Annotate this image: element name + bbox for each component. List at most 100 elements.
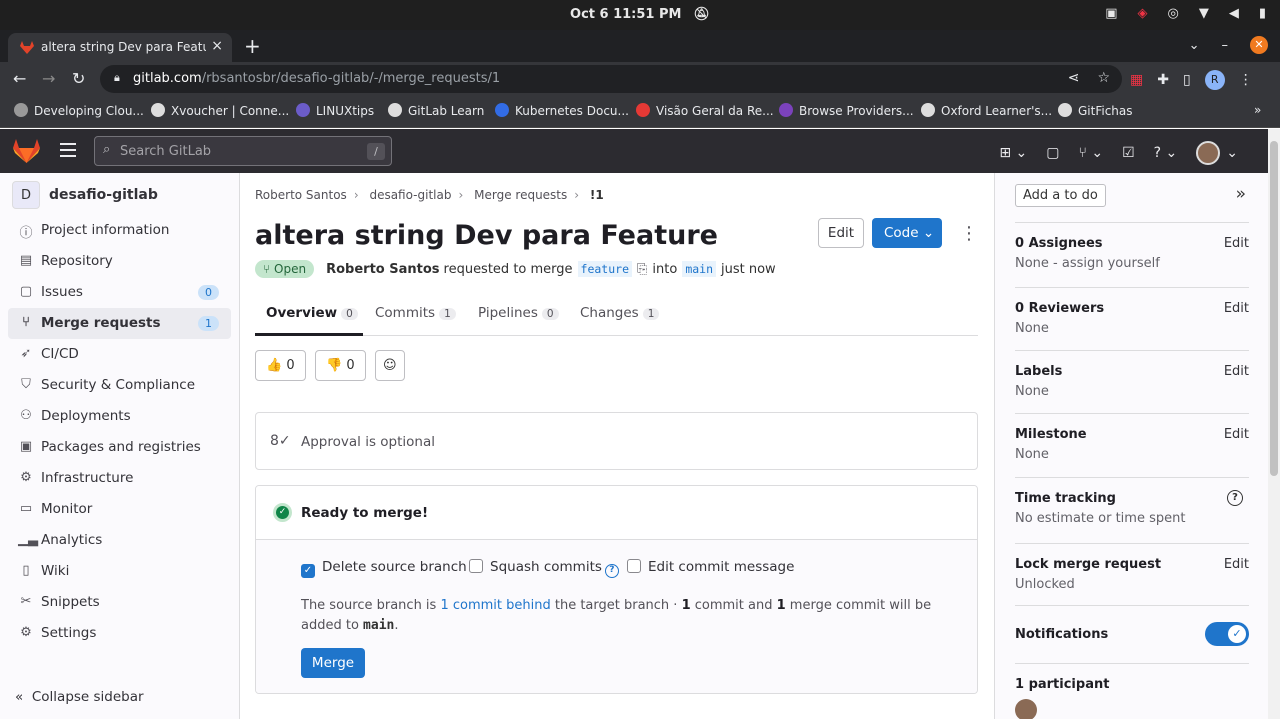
sidebar-item-merge-requests[interactable]: ⑂ Merge requests 1 bbox=[8, 308, 231, 339]
scrollbar-thumb[interactable] bbox=[1270, 141, 1278, 476]
breadcrumb-item[interactable]: desafio-gitlab bbox=[369, 188, 451, 202]
sidebar-item-project-information[interactable]: ⓘ Project information bbox=[8, 215, 231, 246]
sidebar-item-deployments[interactable]: ⚇ Deployments bbox=[8, 401, 231, 432]
collapse-sidebar-button[interactable]: « Collapse sidebar bbox=[15, 689, 144, 705]
page-scrollbar[interactable] bbox=[1268, 129, 1280, 719]
edit-reviewers-button[interactable]: Edit bbox=[1224, 301, 1249, 316]
sidebar-item-infrastructure[interactable]: ⚙ Infrastructure bbox=[8, 463, 231, 494]
extension-badge-icon[interactable]: ▦ bbox=[1130, 72, 1143, 88]
clipboard-icon[interactable]: ▣ bbox=[1105, 6, 1117, 21]
extensions-puzzle-icon[interactable]: ✚ bbox=[1157, 72, 1169, 88]
add-reaction-button[interactable]: ☺ bbox=[375, 350, 405, 381]
help-icon[interactable]: ? ⌄ bbox=[1154, 145, 1178, 161]
bookmark-star-icon[interactable]: ☆ bbox=[1097, 70, 1110, 86]
source-branch[interactable]: feature bbox=[577, 261, 632, 277]
bookmark-item[interactable]: Kubernetes Docu... bbox=[495, 103, 629, 118]
minimize-icon[interactable]: – bbox=[1222, 38, 1229, 53]
tab-overview[interactable]: Overview 0 bbox=[266, 305, 358, 321]
checkbox-checked-icon[interactable]: ✓ bbox=[301, 564, 315, 578]
share-icon[interactable]: ⋖ bbox=[1068, 70, 1080, 86]
bookmark-label: LINUXtips bbox=[316, 104, 375, 118]
sidebar-item-wiki[interactable]: ▯ Wiki bbox=[8, 556, 231, 587]
bookmark-item[interactable]: Browse Providers... bbox=[779, 103, 914, 118]
author-link[interactable]: Roberto Santos bbox=[326, 262, 439, 277]
window-close-icon[interactable]: ✕ bbox=[1250, 36, 1268, 54]
delete-source-checkbox[interactable]: ✓ Delete source branch bbox=[301, 559, 467, 578]
edit-button[interactable]: Edit bbox=[818, 218, 864, 248]
sidebar-item-analytics[interactable]: ▁▃ Analytics bbox=[8, 525, 231, 556]
participant-avatar[interactable] bbox=[1015, 699, 1037, 719]
search-input[interactable]: ⌕ Search GitLab / bbox=[94, 136, 392, 166]
bookmark-item[interactable]: Oxford Learner's... bbox=[921, 103, 1052, 118]
back-icon[interactable]: ← bbox=[13, 69, 26, 88]
edit-assignees-button[interactable]: Edit bbox=[1224, 236, 1249, 251]
edit-labels-button[interactable]: Edit bbox=[1224, 364, 1249, 379]
side-panel-icon[interactable]: ▯ bbox=[1183, 72, 1191, 88]
tab-search-chevron-icon[interactable]: ⌄ bbox=[1189, 38, 1200, 53]
sidebar-item-monitor[interactable]: ▭ Monitor bbox=[8, 494, 231, 525]
browser-menu-icon[interactable]: ⋮ bbox=[1239, 72, 1253, 88]
sidebar-item-repository[interactable]: ▤ Repository bbox=[8, 246, 231, 277]
sidebar-item-cicd[interactable]: ➶ CI/CD bbox=[8, 339, 231, 370]
todos-icon[interactable]: ☑ bbox=[1122, 145, 1135, 161]
screen-record-icon[interactable]: ◈ bbox=[1138, 6, 1148, 21]
merge-button[interactable]: Merge bbox=[301, 648, 365, 678]
tab-changes[interactable]: Changes 1 bbox=[580, 305, 660, 321]
bookmark-item[interactable]: GitFichas bbox=[1058, 103, 1133, 118]
bookmark-item[interactable]: Developing Clou... bbox=[14, 103, 144, 118]
address-bar[interactable]: 🔒︎ gitlab.com/rbsantosbr/desafio-gitlab/… bbox=[100, 65, 1122, 93]
tab-commits[interactable]: Commits 1 bbox=[375, 305, 456, 321]
user-menu[interactable]: ⌄ bbox=[1196, 141, 1238, 165]
bookmark-item[interactable]: GitLab Learn bbox=[388, 103, 484, 118]
add-todo-button[interactable]: Add a to do bbox=[1015, 184, 1106, 207]
bookmarks-overflow-icon[interactable]: » bbox=[1254, 103, 1261, 117]
battery-icon[interactable]: ▮ bbox=[1259, 6, 1266, 21]
tab-close-icon[interactable]: × bbox=[211, 38, 223, 54]
issues-icon[interactable]: ▢ bbox=[1046, 145, 1059, 161]
question-circle-icon[interactable]: ? bbox=[1227, 490, 1243, 506]
edit-lock-button[interactable]: Edit bbox=[1224, 557, 1249, 572]
merge-requests-icon[interactable]: ⑂ ⌄ bbox=[1078, 145, 1103, 161]
wifi-icon[interactable]: ▼ bbox=[1199, 6, 1209, 21]
notifications-toggle[interactable]: ✓ bbox=[1205, 622, 1249, 646]
tab-pipelines[interactable]: Pipelines 0 bbox=[478, 305, 559, 321]
new-tab-icon[interactable]: + bbox=[244, 34, 261, 58]
thumbs-up-button[interactable]: 👍 0 bbox=[255, 350, 306, 381]
sidebar-item-settings[interactable]: ⚙ Settings bbox=[8, 618, 231, 649]
edit-milestone-button[interactable]: Edit bbox=[1224, 427, 1249, 442]
bookmark-item[interactable]: Xvoucher | Conne... bbox=[151, 103, 289, 118]
target-branch[interactable]: main bbox=[682, 261, 717, 277]
volume-icon[interactable]: ◀ bbox=[1229, 6, 1239, 21]
gitlab-logo-icon[interactable] bbox=[13, 139, 40, 163]
thumbs-down-button[interactable]: 👎 0 bbox=[315, 350, 366, 381]
lock-icon[interactable]: 🔒︎ bbox=[114, 71, 120, 85]
code-dropdown-button[interactable]: Code ⌄ bbox=[872, 218, 942, 248]
more-actions-icon[interactable]: ⋮ bbox=[960, 223, 978, 244]
breadcrumb-current[interactable]: !1 bbox=[590, 188, 604, 202]
profile-avatar[interactable]: R bbox=[1204, 70, 1225, 90]
sidebar-item-security[interactable]: ⛉ Security & Compliance bbox=[8, 370, 231, 401]
project-header[interactable]: D desafio-gitlab bbox=[12, 181, 158, 209]
assignees-value[interactable]: None - assign yourself bbox=[1015, 256, 1160, 271]
discord-icon[interactable]: ◎ bbox=[1168, 6, 1179, 21]
breadcrumb-item[interactable]: Roberto Santos bbox=[255, 188, 347, 202]
reload-icon[interactable]: ↻ bbox=[72, 69, 85, 88]
copy-icon[interactable]: ⎘ bbox=[637, 262, 647, 277]
sidebar-item-issues[interactable]: ▢ Issues 0 bbox=[8, 277, 231, 308]
menu-icon[interactable] bbox=[60, 143, 76, 161]
bookmark-item[interactable]: LINUXtips bbox=[296, 103, 374, 118]
squash-commits-checkbox[interactable]: Squash commits? bbox=[469, 559, 619, 578]
collapse-right-sidebar-icon[interactable]: » bbox=[1236, 184, 1246, 204]
browser-tab[interactable]: altera string Dev para Feature × bbox=[8, 33, 232, 62]
breadcrumb-item[interactable]: Merge requests bbox=[474, 188, 567, 202]
commits-behind-link[interactable]: 1 commit behind bbox=[440, 598, 550, 613]
sidebar-item-snippets[interactable]: ✂ Snippets bbox=[8, 587, 231, 618]
checkbox-unchecked-icon[interactable] bbox=[469, 559, 483, 573]
edit-commit-message-checkbox[interactable]: Edit commit message bbox=[627, 559, 794, 575]
create-new-icon[interactable]: ⊞ ⌄ bbox=[999, 145, 1027, 161]
bookmark-item[interactable]: Visão Geral da Re... bbox=[636, 103, 774, 118]
question-circle-icon[interactable]: ? bbox=[604, 564, 619, 578]
forward-icon[interactable]: → bbox=[42, 69, 55, 88]
checkbox-unchecked-icon[interactable] bbox=[627, 559, 641, 573]
sidebar-item-packages[interactable]: ▣ Packages and registries bbox=[8, 432, 231, 463]
